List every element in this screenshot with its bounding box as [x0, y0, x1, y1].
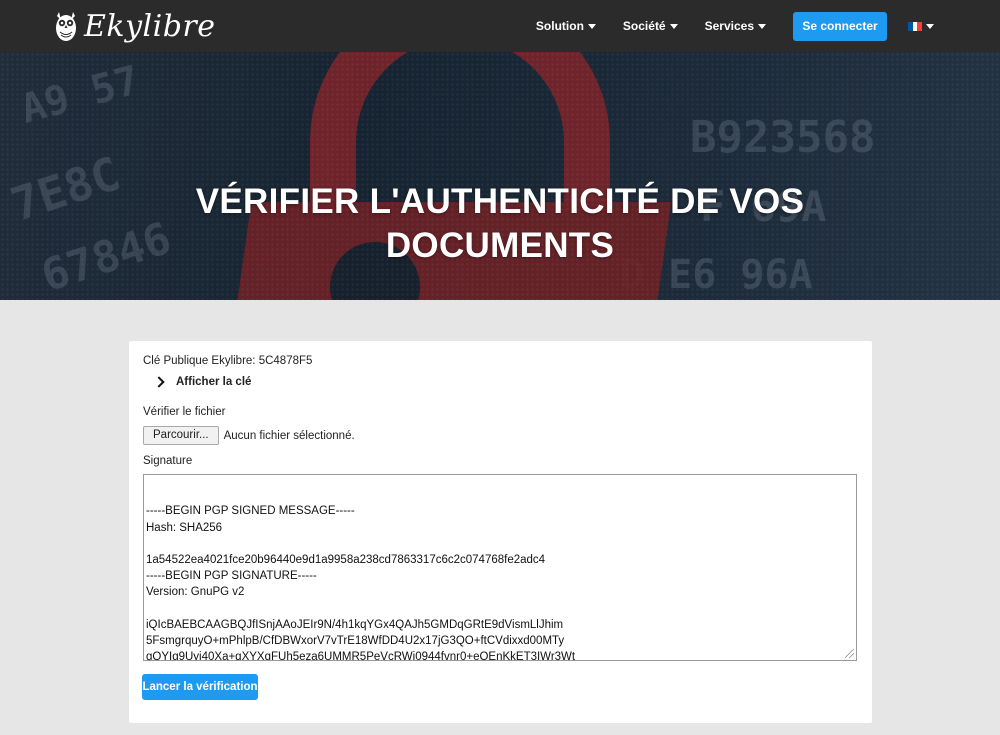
nav-item-societe[interactable]: Société	[623, 19, 678, 33]
page-title-line: VÉRIFIER L'AUTHENTICITÉ DE VOS	[195, 182, 805, 221]
caret-down-icon	[669, 23, 678, 29]
caret-down-icon	[926, 23, 934, 29]
nav-item-solution[interactable]: Solution	[536, 19, 596, 33]
hero-banner: A9 57 7E8C 67846 B923568 F 69A D E6 96A …	[0, 52, 1000, 300]
signature-field-label: Signature	[143, 455, 193, 467]
language-selector[interactable]	[908, 21, 934, 31]
file-field-label: Vérifier le fichier	[143, 406, 226, 418]
resize-handle-icon[interactable]	[845, 649, 854, 658]
login-button[interactable]: Se connecter	[793, 11, 887, 41]
nav-item-services[interactable]: Services	[705, 19, 766, 33]
page-title: VÉRIFIER L'AUTHENTICITÉ DE VOS DOCUMENTS	[0, 180, 1000, 268]
nav-item-label: Solution	[535, 19, 584, 33]
owl-logo-icon	[56, 12, 76, 41]
browse-button[interactable]: Parcourir...	[143, 426, 219, 445]
show-key-toggle[interactable]: Afficher la clé	[153, 376, 252, 388]
file-input: Parcourir... Aucun fichier sélectionné.	[143, 426, 355, 445]
verification-form-card: Clé Publique Ekylibre: 5C4878F5 Afficher…	[129, 341, 872, 723]
page-title-line: DOCUMENTS	[385, 226, 615, 265]
nav-item-label: Société	[622, 19, 666, 33]
nav-menu: Solution Société Services Se connecter	[536, 0, 1000, 52]
signature-text: -----BEGIN PGP SIGNED MESSAGE----- Hash:…	[146, 505, 576, 661]
no-file-selected-text: Aucun fichier sélectionné.	[223, 429, 355, 442]
show-key-label: Afficher la clé	[176, 376, 252, 388]
caret-down-icon	[758, 23, 766, 29]
caret-down-icon	[587, 23, 596, 29]
brand-name: Ekylibre	[84, 8, 216, 44]
signature-textarea[interactable]: -----BEGIN PGP SIGNED MESSAGE----- Hash:…	[143, 474, 857, 661]
chevron-right-icon	[153, 376, 165, 388]
top-navbar: Ekylibre Solution Société Services Se co…	[0, 0, 1000, 52]
public-key-info: Clé Publique Ekylibre: 5C4878F5	[143, 355, 313, 367]
start-verification-button[interactable]: Lancer la vérification	[142, 674, 258, 700]
brand-logo-link[interactable]: Ekylibre	[54, 9, 216, 44]
french-flag-icon	[908, 21, 923, 31]
nav-item-label: Services	[704, 19, 754, 33]
